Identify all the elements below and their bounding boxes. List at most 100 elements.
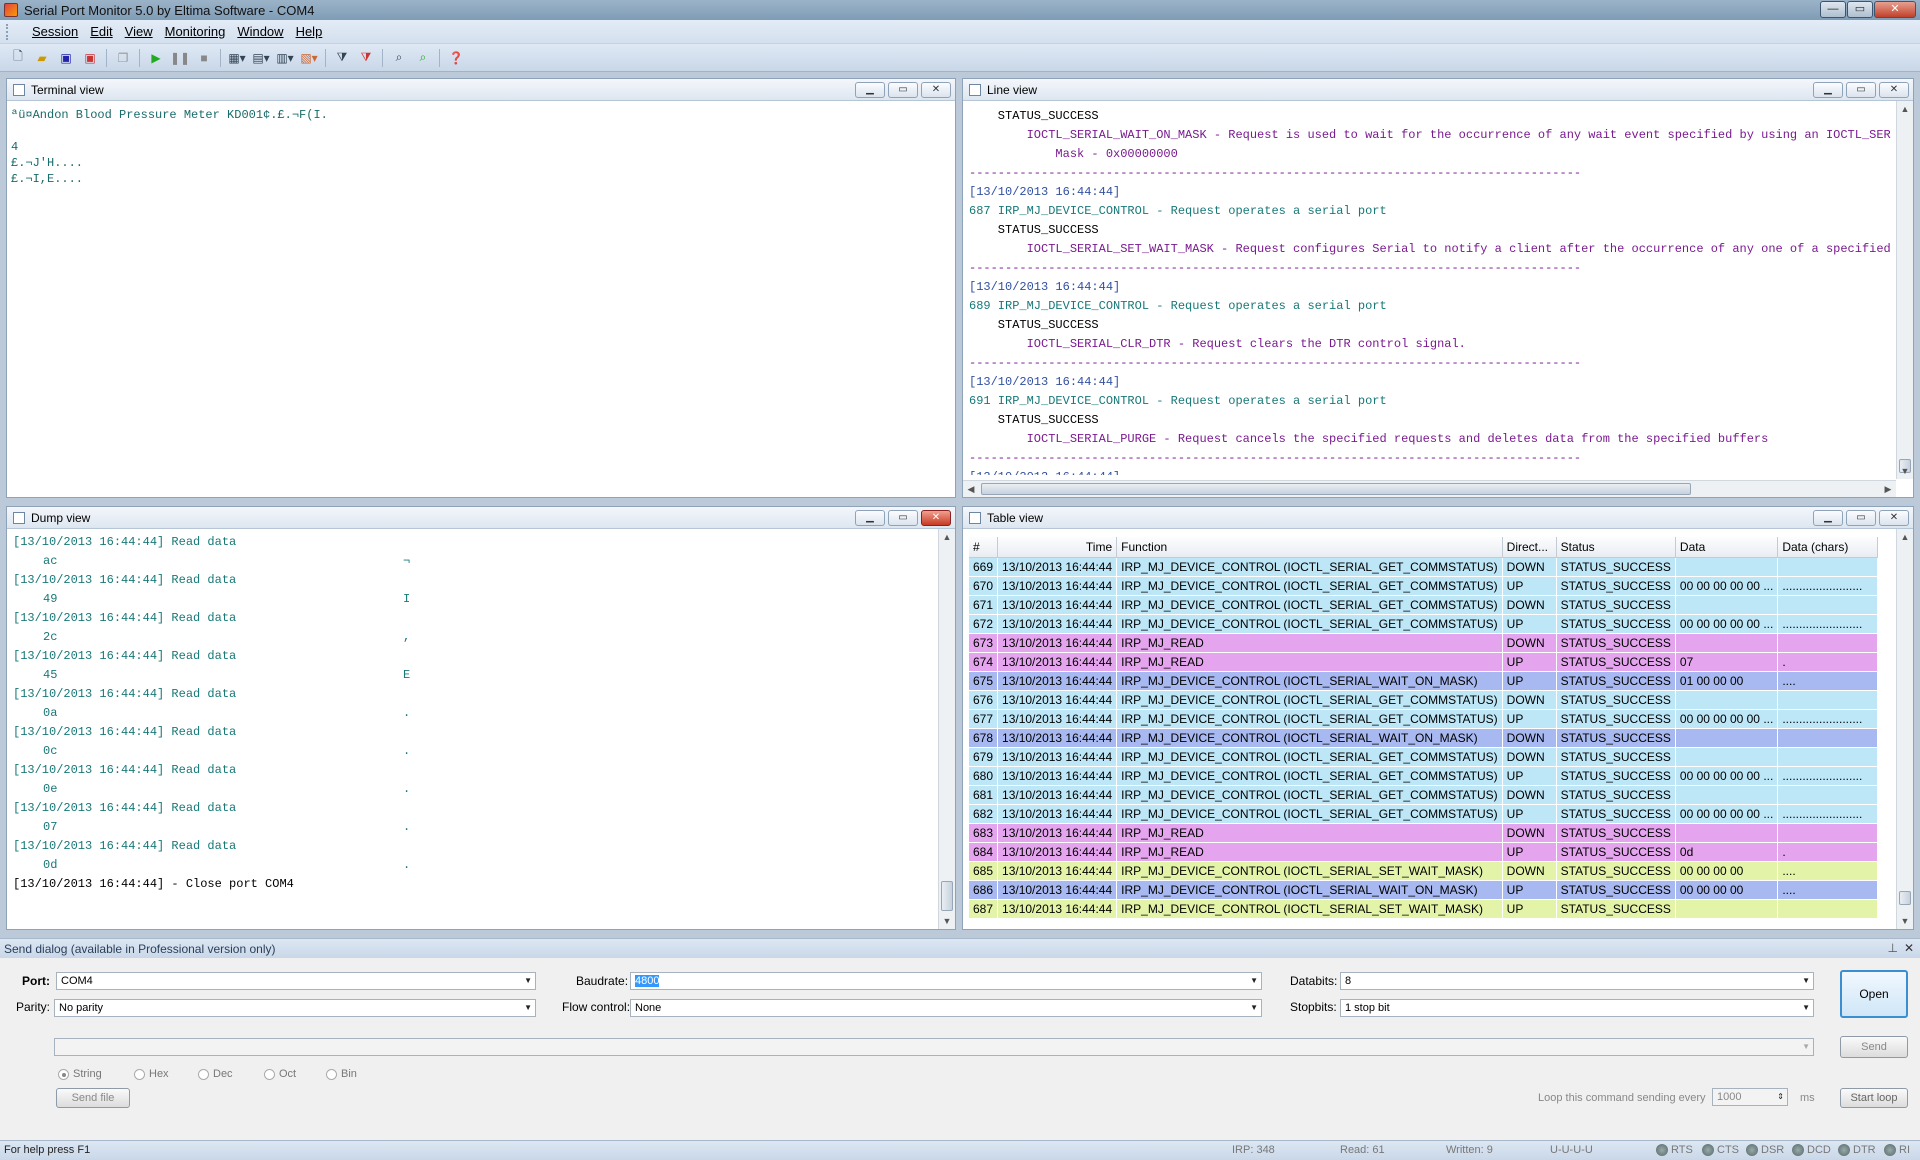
menu-monitoring[interactable]: Monitoring	[159, 24, 232, 39]
table-row[interactable]: 682 13/10/2013 16:44:44 IRP_MJ_DEVICE_CONT…	[969, 804, 1879, 824]
table-row[interactable]: 677 13/10/2013 16:44:44 IRP_MJ_DEVICE_CONT…	[969, 709, 1879, 729]
line-view-vscrollbar[interactable]: ▲ ▼	[1896, 101, 1913, 479]
table-view-vscrollbar[interactable]: ▲ ▼	[1896, 529, 1913, 929]
maximize-button[interactable]: ▭	[1847, 1, 1873, 18]
copy-icon[interactable]: ❐	[114, 49, 132, 67]
parity-select[interactable]: No parity ▼	[54, 999, 536, 1017]
table-row[interactable]: 670 13/10/2013 16:44:44 IRP_MJ_DEVICE_CONT…	[969, 576, 1879, 596]
pin-icon[interactable]: ⊥	[1888, 941, 1898, 955]
panel-minimize-button[interactable]: ▁	[1813, 510, 1843, 526]
panel-minimize-button[interactable]: ▁	[1813, 82, 1843, 98]
panel-minimize-button[interactable]: ▁	[855, 82, 885, 98]
line-view-content[interactable]: STATUS_SUCCESS IOCTL_SERIAL_WAIT_ON_MASK…	[969, 107, 1891, 475]
send-button[interactable]: Send	[1840, 1036, 1908, 1058]
stopbits-select[interactable]: 1 stop bit ▼	[1340, 999, 1814, 1017]
panel-minimize-button[interactable]: ▁	[855, 510, 885, 526]
scroll-left-icon[interactable]: ◀	[963, 481, 979, 497]
table-view-icon[interactable]: ▦▾	[228, 49, 246, 67]
column-header-status[interactable]: Status	[1556, 537, 1676, 558]
clear-filter-icon[interactable]: ⧩	[357, 49, 375, 67]
save-icon[interactable]: ▣	[57, 49, 75, 67]
table-row[interactable]: 674 13/10/2013 16:44:44 IRP_MJ_READ UP STATU…	[969, 652, 1879, 672]
radio-oct[interactable]: Oct	[264, 1068, 296, 1080]
radio-hex[interactable]: Hex	[134, 1068, 169, 1080]
panel-close-button[interactable]: ✕	[921, 82, 951, 98]
panel-maximize-button[interactable]: ▭	[888, 510, 918, 526]
table-row[interactable]: 671 13/10/2013 16:44:44 IRP_MJ_DEVICE_CONT…	[969, 595, 1879, 615]
column-header-data[interactable]: Data	[1675, 537, 1779, 558]
table-row[interactable]: 673 13/10/2013 16:44:44 IRP_MJ_READ DOWN STA…	[969, 633, 1879, 653]
minimize-button[interactable]: —	[1820, 1, 1846, 18]
scroll-up-icon[interactable]: ▲	[1897, 529, 1913, 545]
pause-icon[interactable]: ❚❚	[170, 49, 190, 67]
dump-view-icon[interactable]: ▥▾	[276, 49, 294, 67]
close-button[interactable]: ✕	[1874, 1, 1916, 18]
column-header-number[interactable]: #	[969, 537, 999, 558]
scroll-down-icon[interactable]: ▼	[1897, 913, 1913, 929]
table-row[interactable]: 684 13/10/2013 16:44:44 IRP_MJ_READ UP STATU…	[969, 842, 1879, 862]
table-row[interactable]: 676 13/10/2013 16:44:44 IRP_MJ_DEVICE_CONT…	[969, 690, 1879, 710]
port-select[interactable]: COM4 ▼	[56, 972, 536, 990]
close-session-icon[interactable]: ▣	[81, 49, 99, 67]
scroll-down-icon[interactable]: ▼	[1897, 463, 1913, 479]
line-view-icon[interactable]: ▤▾	[252, 49, 270, 67]
radio-dec[interactable]: Dec	[198, 1068, 233, 1080]
panel-maximize-button[interactable]: ▭	[1846, 82, 1876, 98]
filter-icon[interactable]: ⧩	[333, 49, 351, 67]
column-header-time[interactable]: Time	[997, 537, 1118, 558]
search-next-icon[interactable]: ⌕	[414, 49, 432, 67]
search-icon[interactable]: ⌕	[390, 49, 408, 67]
send-file-button[interactable]: Send file	[56, 1088, 130, 1108]
column-header-direction[interactable]: Direct...	[1502, 537, 1557, 558]
new-session-icon[interactable]: 🗋	[9, 49, 27, 67]
terminal-content[interactable]: ªü¤Andon Blood Pressure Meter KD001¢.£.¬…	[11, 107, 951, 187]
help-icon[interactable]: ❓	[447, 49, 465, 67]
menu-edit[interactable]: Edit	[84, 24, 118, 39]
scroll-thumb[interactable]	[1899, 891, 1911, 905]
open-button[interactable]: Open	[1840, 970, 1908, 1018]
table-row[interactable]: 679 13/10/2013 16:44:44 IRP_MJ_DEVICE_CONT…	[969, 747, 1879, 767]
line-view-hscrollbar[interactable]: ◀ ▶	[963, 480, 1896, 497]
databits-select[interactable]: 8 ▼	[1340, 972, 1814, 990]
menu-window[interactable]: Window	[231, 24, 289, 39]
table-row[interactable]: 669 13/10/2013 16:44:44 IRP_MJ_DEVICE_CONT…	[969, 557, 1879, 577]
table-row[interactable]: 678 13/10/2013 16:44:44 IRP_MJ_DEVICE_CONT…	[969, 728, 1879, 748]
scroll-up-icon[interactable]: ▲	[939, 529, 955, 545]
spinner-icon[interactable]: ⇕	[1777, 1089, 1784, 1105]
stop-icon[interactable]: ■	[195, 49, 213, 67]
radio-bin[interactable]: Bin	[326, 1068, 357, 1080]
hscroll-thumb[interactable]	[981, 483, 1691, 495]
table-row[interactable]: 683 13/10/2013 16:44:44 IRP_MJ_READ DOWN STA…	[969, 823, 1879, 843]
panel-close-button[interactable]: ✕	[1879, 510, 1909, 526]
table-row[interactable]: 687 13/10/2013 16:44:44 IRP_MJ_DEVICE_CONT…	[969, 899, 1879, 919]
table-row[interactable]: 672 13/10/2013 16:44:44 IRP_MJ_DEVICE_CONT…	[969, 614, 1879, 634]
column-header-data-chars[interactable]: Data (chars)	[1777, 537, 1879, 558]
flow-control-select[interactable]: None ▼	[630, 999, 1262, 1017]
open-folder-icon[interactable]: ▰	[33, 49, 51, 67]
start-loop-button[interactable]: Start loop	[1840, 1088, 1908, 1108]
panel-close-button[interactable]: ✕	[921, 510, 951, 526]
dump-view-content[interactable]: [13/10/2013 16:44:44] Read data ac ¬ [13/10…	[13, 533, 933, 925]
scroll-right-icon[interactable]: ▶	[1880, 481, 1896, 497]
panel-close-button[interactable]: ✕	[1879, 82, 1909, 98]
command-input[interactable]: ▼	[54, 1038, 1814, 1056]
table-row[interactable]: 675 13/10/2013 16:44:44 IRP_MJ_DEVICE_CONT…	[969, 671, 1879, 691]
dump-view-vscrollbar[interactable]: ▲ ▼	[938, 529, 955, 929]
table-row[interactable]: 685 13/10/2013 16:44:44 IRP_MJ_DEVICE_CONT…	[969, 861, 1879, 881]
table-row[interactable]: 686 13/10/2013 16:44:44 IRP_MJ_DEVICE_CONT…	[969, 880, 1879, 900]
menu-view[interactable]: View	[119, 24, 159, 39]
loop-interval-input[interactable]: 1000 ⇕	[1712, 1088, 1788, 1106]
table-row[interactable]: 681 13/10/2013 16:44:44 IRP_MJ_DEVICE_CONT…	[969, 785, 1879, 805]
terminal-view-icon[interactable]: ▧▾	[300, 49, 318, 67]
start-monitoring-icon[interactable]: ▶	[147, 49, 165, 67]
scroll-thumb[interactable]	[941, 881, 953, 911]
panel-maximize-button[interactable]: ▭	[888, 82, 918, 98]
baudrate-select[interactable]: 4800 ▼	[630, 972, 1262, 990]
scroll-up-icon[interactable]: ▲	[1897, 101, 1913, 117]
column-header-function[interactable]: Function	[1116, 537, 1503, 558]
panel-maximize-button[interactable]: ▭	[1846, 510, 1876, 526]
radio-string[interactable]: String	[58, 1068, 102, 1080]
menu-help[interactable]: Help	[290, 24, 329, 39]
menu-session[interactable]: Session	[26, 24, 84, 39]
send-dialog-close-icon[interactable]: ✕	[1904, 941, 1914, 955]
